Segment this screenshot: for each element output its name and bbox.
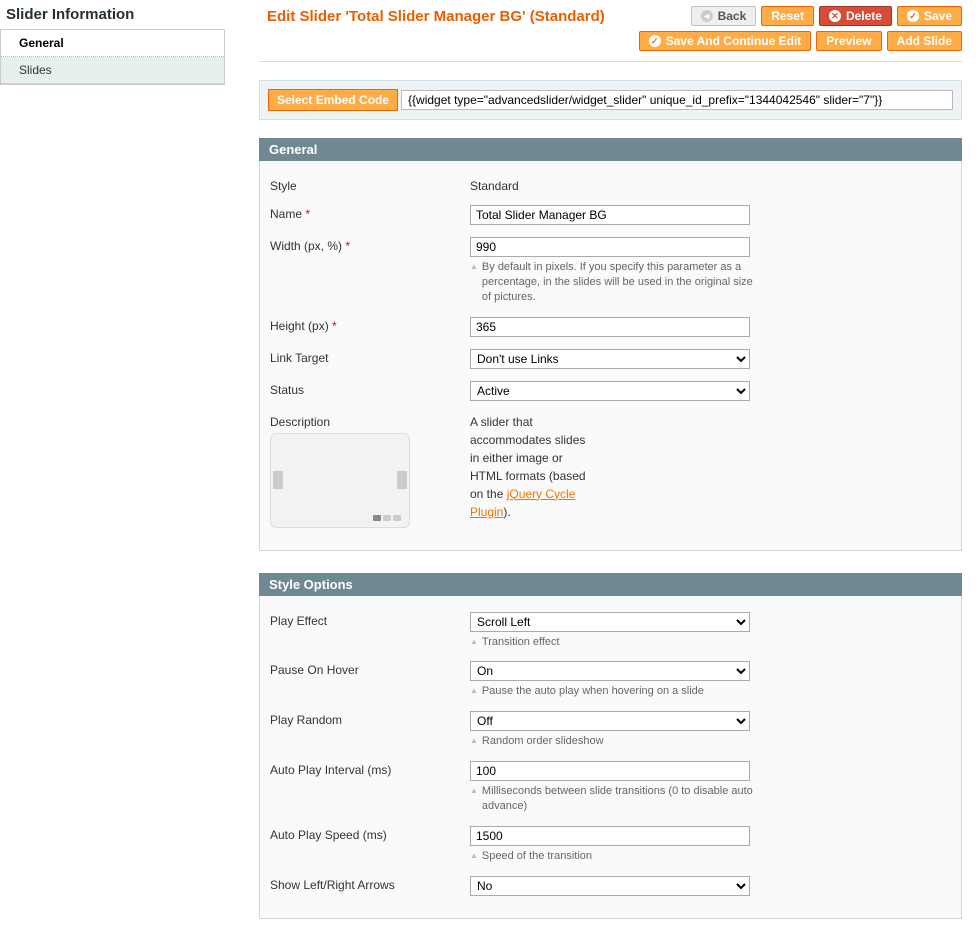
- play-effect-select[interactable]: Scroll Left: [470, 612, 750, 632]
- name-input[interactable]: [470, 205, 750, 225]
- button-label: Save: [924, 9, 952, 23]
- back-icon: ◄: [701, 10, 713, 22]
- check-icon: ✓: [649, 35, 661, 47]
- select-embed-button[interactable]: Select Embed Code: [268, 89, 398, 111]
- save-continue-button[interactable]: ✓ Save And Continue Edit: [639, 31, 812, 51]
- name-label: Name *: [270, 205, 470, 225]
- sidebar: Slider Information General Slides: [0, 0, 225, 941]
- section-title: Style Options: [259, 573, 962, 596]
- sidebar-title: Slider Information: [0, 6, 225, 30]
- play-random-label: Play Random: [270, 711, 470, 749]
- main-content: Edit Slider 'Total Slider Manager BG' (S…: [225, 0, 980, 941]
- style-label: Style: [270, 177, 470, 193]
- description-text: A slider that accommodates slides in eit…: [470, 413, 590, 521]
- button-label: Add Slide: [897, 34, 952, 48]
- preview-dots: [373, 515, 401, 521]
- pause-hover-hint: Pause the auto play when hovering on a s…: [470, 684, 755, 699]
- interval-hint: Milliseconds between slide transitions (…: [470, 784, 755, 814]
- speed-hint: Speed of the transition: [470, 849, 755, 864]
- link-target-select[interactable]: Don't use Links: [470, 349, 750, 369]
- status-label: Status: [270, 381, 470, 401]
- section-general: General Style Standard Name * Width (px,…: [259, 138, 962, 551]
- sidebar-tab-general[interactable]: General: [1, 30, 224, 57]
- section-body: Play Effect Scroll Left Transition effec…: [259, 596, 962, 919]
- reset-button[interactable]: Reset: [761, 6, 814, 26]
- button-label: Back: [718, 9, 747, 23]
- width-input[interactable]: [470, 237, 750, 257]
- speed-input[interactable]: [470, 826, 750, 846]
- height-input[interactable]: [470, 317, 750, 337]
- slider-preview: [270, 433, 410, 528]
- preview-button[interactable]: Preview: [816, 31, 881, 51]
- status-select[interactable]: Active: [470, 381, 750, 401]
- play-random-select[interactable]: Off: [470, 711, 750, 731]
- pause-hover-select[interactable]: On: [470, 661, 750, 681]
- play-effect-hint: Transition effect: [470, 635, 755, 650]
- arrows-select[interactable]: No: [470, 876, 750, 896]
- height-label: Height (px) *: [270, 317, 470, 337]
- section-style-options: Style Options Play Effect Scroll Left Tr…: [259, 573, 962, 919]
- button-label: Reset: [771, 9, 804, 23]
- button-label: Preview: [826, 34, 871, 48]
- interval-label: Auto Play Interval (ms): [270, 761, 470, 814]
- embed-code-input[interactable]: [401, 90, 953, 110]
- section-title: General: [259, 138, 962, 161]
- section-body: Style Standard Name * Width (px, %) * By…: [259, 161, 962, 551]
- button-label: Delete: [846, 9, 882, 23]
- pause-hover-label: Pause On Hover: [270, 661, 470, 699]
- link-target-label: Link Target: [270, 349, 470, 369]
- button-label: Save And Continue Edit: [666, 34, 802, 48]
- page-header: Edit Slider 'Total Slider Manager BG' (S…: [259, 6, 962, 51]
- delete-icon: ✕: [829, 10, 841, 22]
- delete-button[interactable]: ✕ Delete: [819, 6, 892, 26]
- add-slide-button[interactable]: Add Slide: [887, 31, 962, 51]
- sidebar-tabs: General Slides: [0, 30, 225, 85]
- play-random-hint: Random order slideshow: [470, 734, 755, 749]
- save-button[interactable]: ✓ Save: [897, 6, 962, 26]
- sidebar-tab-label: General: [19, 36, 64, 50]
- back-button[interactable]: ◄ Back: [691, 6, 757, 26]
- width-hint: By default in pixels. If you specify thi…: [470, 260, 755, 305]
- interval-input[interactable]: [470, 761, 750, 781]
- check-icon: ✓: [907, 10, 919, 22]
- preview-arrow-right-icon: [397, 471, 407, 489]
- sidebar-tab-label: Slides: [19, 63, 52, 77]
- button-label: Select Embed Code: [277, 93, 389, 107]
- sidebar-tab-slides[interactable]: Slides: [1, 57, 224, 84]
- preview-arrow-left-icon: [273, 471, 283, 489]
- play-effect-label: Play Effect: [270, 612, 470, 650]
- embed-row: Select Embed Code: [259, 80, 962, 120]
- arrows-label: Show Left/Right Arrows: [270, 876, 470, 896]
- width-label: Width (px, %) *: [270, 237, 470, 305]
- page-title: Edit Slider 'Total Slider Manager BG' (S…: [259, 8, 605, 25]
- divider: [259, 61, 962, 62]
- style-value: Standard: [470, 177, 755, 193]
- speed-label: Auto Play Speed (ms): [270, 826, 470, 864]
